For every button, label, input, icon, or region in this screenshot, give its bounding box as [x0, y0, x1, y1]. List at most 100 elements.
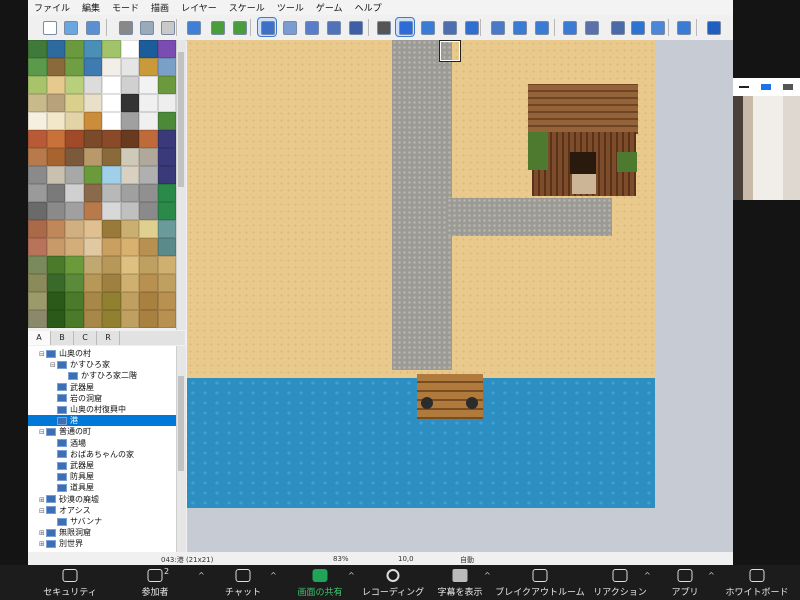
map-tree-item[interactable]: サバンナ — [28, 516, 176, 527]
tile[interactable] — [46, 58, 65, 76]
playtest-icon[interactable] — [704, 18, 722, 36]
tile[interactable] — [28, 148, 47, 166]
tile[interactable] — [46, 274, 65, 292]
tile[interactable] — [157, 94, 176, 112]
tile[interactable] — [139, 292, 158, 310]
menu-item-3[interactable]: 描画 — [145, 1, 175, 14]
tile[interactable] — [139, 310, 158, 328]
open-icon[interactable] — [61, 18, 79, 36]
tile[interactable] — [102, 184, 121, 202]
tileset-tab-r[interactable]: R — [97, 331, 120, 345]
caret-up-icon[interactable]: ^ — [270, 571, 277, 580]
tile[interactable] — [120, 148, 139, 166]
pencil-icon[interactable] — [374, 18, 392, 36]
tile[interactable] — [157, 166, 176, 184]
paste-icon[interactable] — [158, 18, 176, 36]
save-icon[interactable] — [83, 18, 101, 36]
palette-scroll-thumb[interactable] — [178, 52, 184, 187]
tile[interactable] — [120, 202, 139, 220]
tileset-tab-b[interactable]: B — [51, 331, 74, 345]
tile[interactable] — [65, 112, 84, 130]
caret-up-icon[interactable]: ^ — [198, 571, 205, 580]
map-tree-item[interactable]: 武器屋 — [28, 382, 176, 393]
tile[interactable] — [83, 310, 102, 328]
tile[interactable] — [120, 310, 139, 328]
map-tree-item[interactable]: ⊟ かすひろ家 — [28, 359, 176, 370]
map-icon[interactable] — [208, 18, 226, 36]
tile[interactable] — [157, 112, 176, 130]
tile[interactable] — [83, 292, 102, 310]
breakout-button[interactable]: ブレイクアウトルーム — [495, 565, 585, 600]
tile[interactable] — [65, 58, 84, 76]
script-icon[interactable] — [628, 18, 646, 36]
tile[interactable] — [157, 58, 176, 76]
tree-scrollbar[interactable] — [176, 346, 186, 552]
tile[interactable] — [65, 310, 84, 328]
map-tree-item[interactable]: ⊞ 別世界 — [28, 538, 176, 549]
tile[interactable] — [28, 76, 47, 94]
layer5-icon[interactable] — [346, 18, 364, 36]
tile[interactable] — [28, 202, 47, 220]
tile[interactable] — [157, 148, 176, 166]
whiteboard-button[interactable]: ホワイトボード — [717, 565, 797, 600]
tile[interactable] — [157, 130, 176, 148]
tile[interactable] — [139, 148, 158, 166]
tile[interactable] — [120, 130, 139, 148]
tile[interactable] — [102, 40, 121, 58]
tile[interactable] — [83, 256, 102, 274]
shield-button[interactable]: セキュリティ — [34, 565, 106, 600]
tile[interactable] — [139, 184, 158, 202]
caret-up-icon[interactable]: ^ — [484, 571, 491, 580]
tile[interactable] — [83, 112, 102, 130]
tile[interactable] — [28, 130, 47, 148]
tile[interactable] — [102, 310, 121, 328]
menu-item-8[interactable]: ヘルプ — [349, 1, 388, 14]
layer3-icon[interactable] — [302, 18, 320, 36]
tile[interactable] — [139, 58, 158, 76]
map-tree-item[interactable]: 道具屋 — [28, 482, 176, 493]
tile[interactable] — [139, 256, 158, 274]
tile[interactable] — [120, 238, 139, 256]
tile[interactable] — [102, 58, 121, 76]
menu-item-2[interactable]: モード — [106, 1, 145, 14]
ellipse-icon[interactable] — [418, 18, 436, 36]
tile[interactable] — [46, 148, 65, 166]
tile[interactable] — [102, 166, 121, 184]
zoom-in-icon[interactable] — [488, 18, 506, 36]
tile[interactable] — [46, 202, 65, 220]
tile[interactable] — [83, 76, 102, 94]
tile[interactable] — [157, 292, 176, 310]
tile[interactable] — [139, 220, 158, 238]
tile[interactable] — [83, 166, 102, 184]
tile[interactable] — [65, 292, 84, 310]
tile[interactable] — [46, 130, 65, 148]
fill-icon[interactable] — [440, 18, 458, 36]
tile[interactable] — [65, 202, 84, 220]
tile[interactable] — [83, 202, 102, 220]
tile[interactable] — [46, 184, 65, 202]
map-tree-item[interactable]: ⊟ 普通の町 — [28, 426, 176, 437]
view-toggle-icon[interactable] — [761, 84, 771, 90]
tile[interactable] — [46, 40, 65, 58]
tile[interactable] — [120, 76, 139, 94]
tile[interactable] — [65, 94, 84, 112]
tile[interactable] — [28, 292, 47, 310]
tile[interactable] — [102, 202, 121, 220]
tile[interactable] — [139, 130, 158, 148]
tile[interactable] — [83, 274, 102, 292]
chat-button[interactable]: チャット — [213, 565, 273, 600]
tile[interactable] — [139, 238, 158, 256]
tile[interactable] — [157, 310, 176, 328]
palette-scrollbar[interactable] — [176, 40, 186, 330]
tile[interactable] — [157, 274, 176, 292]
tile[interactable] — [65, 274, 84, 292]
tile[interactable] — [120, 40, 139, 58]
map-tree-item[interactable]: 酒場 — [28, 438, 176, 449]
tile[interactable] — [120, 292, 139, 310]
tile[interactable] — [65, 256, 84, 274]
map-tree-item[interactable]: 岩の洞窟 — [28, 393, 176, 404]
cut-icon[interactable] — [116, 18, 134, 36]
tile[interactable] — [139, 202, 158, 220]
copy-icon[interactable] — [137, 18, 155, 36]
rect-icon[interactable] — [395, 17, 415, 37]
